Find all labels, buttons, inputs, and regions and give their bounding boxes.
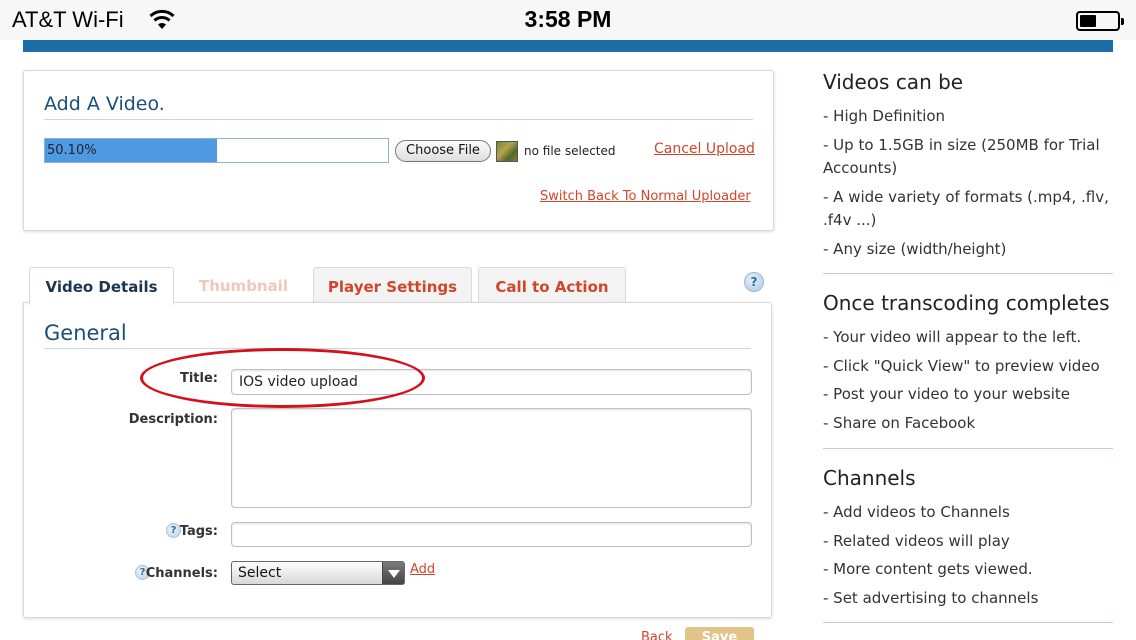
list-item: - Share on Facebook xyxy=(823,413,976,432)
tab-call-to-action[interactable]: Call to Action xyxy=(478,267,626,303)
file-status: no file selected xyxy=(524,144,616,158)
sidebar-heading-videos: Videos can be xyxy=(823,70,964,94)
section-title: General xyxy=(44,321,127,345)
back-link[interactable]: Back xyxy=(641,630,673,640)
save-button[interactable]: Save xyxy=(685,627,754,640)
list-item: - Set advertising to channels xyxy=(823,588,1039,607)
tags-input[interactable] xyxy=(231,522,752,547)
upload-title: Add A Video. xyxy=(44,93,165,115)
video-details-panel: General Title: IOS video upload Descript… xyxy=(23,302,772,618)
divider xyxy=(823,273,1113,274)
divider xyxy=(44,348,751,349)
channels-select[interactable]: Select xyxy=(231,561,405,585)
list-item: - Click "Quick View" to preview video xyxy=(823,356,1100,375)
ios-status-bar: AT&T Wi-Fi 3:58 PM xyxy=(0,0,1136,40)
title-input[interactable]: IOS video upload xyxy=(231,369,752,395)
list-item: - Post your video to your website xyxy=(823,385,1071,403)
choose-file-button[interactable]: Choose File xyxy=(395,140,491,162)
channels-selected-value: Select xyxy=(238,565,282,581)
sidebar-list-videos: - High Definition - Up to 1.5GB in size … xyxy=(823,105,1113,266)
upload-panel: Add A Video. 50.10% Choose File no file … xyxy=(23,70,774,231)
divider xyxy=(823,448,1113,449)
sidebar-list-channels: - Add videos to Channels - Related video… xyxy=(823,501,1113,615)
help-icon[interactable]: ? xyxy=(744,272,764,292)
tab-video-details[interactable]: Video Details xyxy=(29,267,174,305)
list-item: - Any size (width/height) xyxy=(823,239,1007,258)
tags-label: Tags: xyxy=(179,524,218,539)
switch-uploader-link[interactable]: Switch Back To Normal Uploader xyxy=(540,189,751,204)
tab-thumbnail[interactable]: Thumbnail xyxy=(180,267,307,303)
description-textarea[interactable] xyxy=(231,408,752,508)
sidebar-heading-channels: Channels xyxy=(823,466,916,490)
progress-percent: 50.10% xyxy=(47,143,97,158)
battery-icon xyxy=(1076,11,1124,31)
list-item: - Up to 1.5GB in size (250MB for Trial A… xyxy=(823,135,1100,178)
chevron-down-icon xyxy=(382,562,404,584)
list-item: - Your video will appear to the left. xyxy=(823,328,1082,346)
add-channel-link[interactable]: Add xyxy=(410,562,435,577)
clock: 3:58 PM xyxy=(524,6,612,32)
upload-progress-bar: 50.10% xyxy=(44,138,389,163)
list-item: - Related videos will play xyxy=(823,531,1010,550)
tab-player-settings[interactable]: Player Settings xyxy=(313,267,472,303)
sidebar-heading-transcoding: Once transcoding completes xyxy=(823,291,1110,315)
channels-label: Channels: xyxy=(145,566,218,581)
list-item: - Add videos to Channels xyxy=(823,503,1010,521)
file-thumbnail-image xyxy=(496,141,518,162)
list-item: - More content gets viewed. xyxy=(823,560,1033,578)
sidebar-list-transcoding: - Your video will appear to the left. - … xyxy=(823,326,1113,440)
divider xyxy=(44,119,753,120)
title-label: Title: xyxy=(179,371,218,386)
header-bar xyxy=(23,40,1113,52)
cancel-upload-link[interactable]: Cancel Upload xyxy=(654,141,755,157)
description-label: Description: xyxy=(128,412,218,427)
list-item: - A wide variety of formats (.mp4, .flv,… xyxy=(823,187,1109,230)
divider xyxy=(823,622,1113,623)
list-item: - High Definition xyxy=(823,107,946,125)
